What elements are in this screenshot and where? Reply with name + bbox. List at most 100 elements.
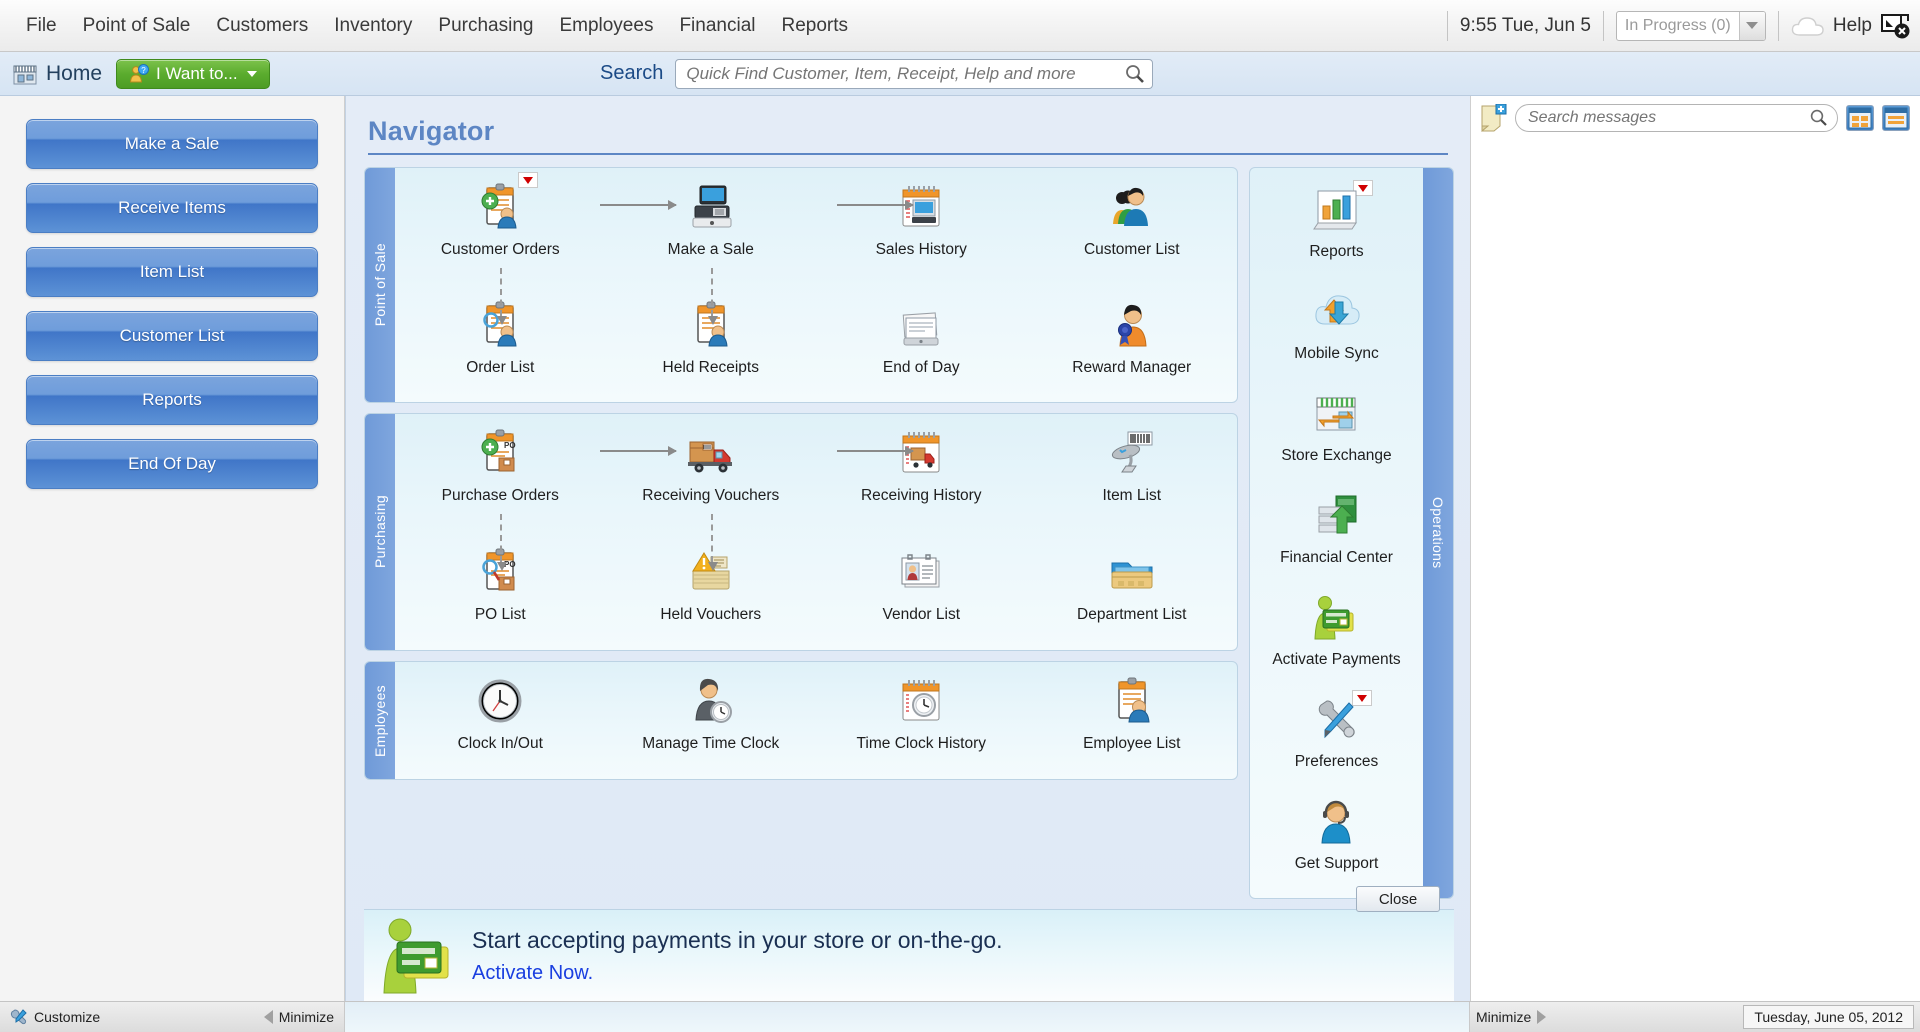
nav-item-time-clock-history[interactable]: Time Clock History bbox=[816, 662, 1027, 780]
banner-text: Start accepting payments in your store o… bbox=[472, 927, 1003, 985]
ops-item-financial-center[interactable]: Financial Center bbox=[1280, 490, 1393, 582]
flow-arrow bbox=[600, 204, 676, 206]
ops-item-store-exchange[interactable]: Store Exchange bbox=[1281, 388, 1391, 480]
customize-label: Customize bbox=[34, 1009, 100, 1025]
activate-payments-banner: Close Start accepting payments in your s… bbox=[364, 909, 1454, 1001]
nav-item-label: Held Receipts bbox=[663, 359, 760, 377]
store-exchange-icon bbox=[1310, 388, 1362, 440]
in-progress-label: In Progress (0) bbox=[1617, 17, 1739, 35]
nav-item-item-list-purchasing[interactable]: Item List bbox=[1027, 414, 1238, 533]
ops-item-activate-payments[interactable]: Activate Payments bbox=[1272, 592, 1400, 684]
menu-item-employees[interactable]: Employees bbox=[547, 9, 665, 43]
payments-person-icon bbox=[378, 917, 454, 995]
nav-item-customer-list[interactable]: Customer List bbox=[1027, 168, 1238, 286]
time-clock-history-icon bbox=[895, 676, 947, 728]
customize-button[interactable]: Customize bbox=[10, 1009, 100, 1025]
navigator-header: Navigator bbox=[346, 96, 1470, 155]
ops-item-get-support[interactable]: Get Support bbox=[1295, 796, 1379, 888]
menu-item-inventory[interactable]: Inventory bbox=[322, 9, 424, 43]
messages-panel bbox=[1470, 96, 1920, 1001]
clock-display: 9:55 Tue, Jun 5 bbox=[1460, 15, 1591, 37]
message-search-input[interactable] bbox=[1528, 109, 1809, 127]
nav-item-label: Customer Orders bbox=[441, 241, 560, 259]
nav-item-clock-in-out[interactable]: Clock In/Out bbox=[395, 662, 606, 780]
i-want-to-button[interactable]: ? I Want to... bbox=[116, 59, 270, 89]
home-button[interactable]: Home bbox=[0, 62, 102, 86]
message-search-box[interactable] bbox=[1515, 104, 1838, 132]
nav-item-end-of-day[interactable]: End of Day bbox=[816, 286, 1027, 403]
help-label: Help bbox=[1833, 15, 1872, 37]
section-tab-point-of-sale[interactable]: Point of Sale bbox=[365, 168, 395, 402]
messages-toolbar bbox=[1471, 96, 1920, 140]
new-note-icon[interactable] bbox=[1481, 104, 1507, 132]
help-button[interactable]: Help bbox=[1791, 12, 1910, 40]
grid-row: Customer Orders bbox=[395, 168, 1237, 286]
ops-item-reports[interactable]: Reports bbox=[1309, 184, 1363, 276]
nav-item-manage-time-clock[interactable]: Manage Time Clock bbox=[606, 662, 817, 780]
chevron-down-icon[interactable] bbox=[1739, 12, 1765, 40]
close-button[interactable]: Close bbox=[1356, 886, 1440, 912]
activate-now-link[interactable]: Activate Now. bbox=[472, 962, 593, 985]
nav-item-label: Receiving History bbox=[861, 487, 982, 505]
navigator-body: Point of Sale bbox=[346, 155, 1470, 899]
menu-item-point-of-sale[interactable]: Point of Sale bbox=[71, 9, 203, 43]
nav-item-label: Manage Time Clock bbox=[642, 735, 779, 753]
menu-item-file[interactable]: File bbox=[14, 9, 69, 43]
menu-item-purchasing[interactable]: Purchasing bbox=[426, 9, 545, 43]
menu-item-customers[interactable]: Customers bbox=[204, 9, 320, 43]
messages-list bbox=[1471, 140, 1920, 1001]
nav-item-department-list[interactable]: Department List bbox=[1027, 533, 1238, 651]
search-box[interactable] bbox=[675, 59, 1153, 89]
sidebar-button-receive-items[interactable]: Receive Items bbox=[26, 183, 318, 233]
section-point-of-sale: Point of Sale bbox=[364, 167, 1238, 403]
nav-item-employee-list[interactable]: Employee List bbox=[1027, 662, 1238, 780]
make-a-sale-icon bbox=[685, 182, 737, 234]
get-support-icon bbox=[1310, 796, 1362, 848]
sidebar-button-end-of-day[interactable]: End Of Day bbox=[26, 439, 318, 489]
nav-item-receiving-history[interactable]: Receiving History bbox=[816, 414, 1027, 533]
ops-item-mobile-sync[interactable]: Mobile Sync bbox=[1294, 286, 1378, 378]
search-icon[interactable] bbox=[1809, 109, 1829, 127]
ops-item-preferences[interactable]: Preferences bbox=[1295, 694, 1379, 786]
page-title: Navigator bbox=[368, 116, 1448, 147]
menu-item-financial[interactable]: Financial bbox=[667, 9, 767, 43]
sidebar-button-reports[interactable]: Reports bbox=[26, 375, 318, 425]
banner-title: Start accepting payments in your store o… bbox=[472, 927, 1003, 954]
menu-item-list: File Point of Sale Customers Inventory P… bbox=[0, 9, 860, 43]
svg-text:PO: PO bbox=[504, 441, 516, 450]
global-search: Search bbox=[600, 59, 1153, 89]
end-of-day-icon bbox=[895, 300, 947, 352]
status-bar: Customize Minimize Minimize Tuesday, Jun… bbox=[0, 1001, 1920, 1032]
activate-payments-icon bbox=[1310, 592, 1362, 644]
in-progress-dropdown[interactable]: In Progress (0) bbox=[1616, 11, 1766, 41]
list-view-button[interactable] bbox=[1882, 105, 1910, 131]
section-grid: Customer Orders bbox=[395, 168, 1237, 402]
minimize-messages-button[interactable]: Minimize bbox=[1476, 1009, 1546, 1025]
section-tab-employees[interactable]: Employees bbox=[365, 662, 395, 779]
section-tab-purchasing[interactable]: Purchasing bbox=[365, 414, 395, 650]
i-want-to-label: I Want to... bbox=[156, 64, 238, 84]
section-tab-operations[interactable]: Operations bbox=[1423, 168, 1453, 898]
nav-item-sales-history[interactable]: Sales History bbox=[816, 168, 1027, 286]
nav-item-reward-manager[interactable]: Reward Manager bbox=[1027, 286, 1238, 403]
remote-session-icon[interactable] bbox=[1880, 12, 1910, 40]
search-icon[interactable] bbox=[1124, 64, 1146, 84]
menu-item-reports[interactable]: Reports bbox=[770, 9, 861, 43]
menu-bar: File Point of Sale Customers Inventory P… bbox=[0, 0, 1920, 52]
department-list-icon bbox=[1106, 547, 1158, 599]
date-display: Tuesday, June 05, 2012 bbox=[1743, 1005, 1914, 1029]
nav-item-label: Receiving Vouchers bbox=[642, 487, 779, 505]
status-bar-center bbox=[345, 1002, 1470, 1032]
sidebar-button-make-a-sale[interactable]: Make a Sale bbox=[26, 119, 318, 169]
minimize-sidebar-button[interactable]: Minimize bbox=[264, 1009, 334, 1025]
section-purchasing: Purchasing PO bbox=[364, 413, 1238, 651]
search-input[interactable] bbox=[686, 64, 1124, 84]
nav-item-vendor-list[interactable]: Vendor List bbox=[816, 533, 1027, 651]
grid-view-button[interactable] bbox=[1846, 105, 1874, 131]
nav-item-label: Employee List bbox=[1083, 735, 1180, 753]
nav-item-label: Purchase Orders bbox=[442, 487, 559, 505]
menu-bar-right: 9:55 Tue, Jun 5 In Progress (0) Help bbox=[1435, 0, 1920, 51]
sidebar-button-item-list[interactable]: Item List bbox=[26, 247, 318, 297]
sidebar-button-customer-list[interactable]: Customer List bbox=[26, 311, 318, 361]
section-grid: PO Purchase Orders bbox=[395, 414, 1237, 650]
